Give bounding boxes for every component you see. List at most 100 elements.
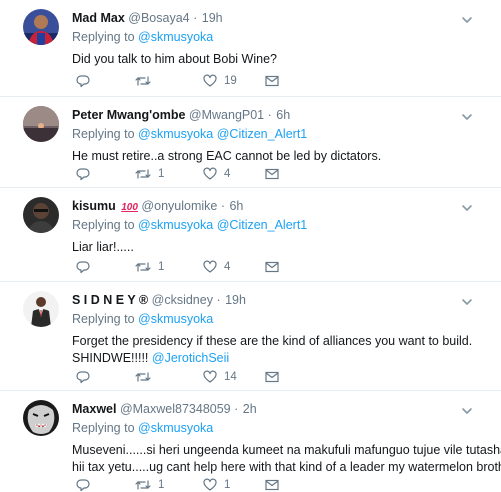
reply-feed: Mad Max @Bosaya4 · 19h Replying to @skmu… bbox=[0, 0, 501, 492]
mention-link[interactable]: @skmusyoka bbox=[138, 30, 213, 44]
message-button[interactable] bbox=[265, 73, 279, 89]
retweet-button[interactable]: 1 bbox=[135, 477, 164, 492]
message-button[interactable] bbox=[265, 477, 279, 492]
reply-icon bbox=[76, 168, 90, 181]
like-button[interactable]: 4 bbox=[203, 166, 230, 182]
tweet-actions: 1 4 bbox=[72, 166, 312, 182]
tweet-text: Did you talk to him about Bobi Wine? bbox=[72, 51, 475, 68]
tweet[interactable]: kisumu 100 @onyulomike · 6h Replying to … bbox=[0, 188, 501, 282]
replying-label: Replying to bbox=[72, 421, 135, 435]
chevron-down-icon[interactable] bbox=[461, 14, 473, 26]
separator: · bbox=[267, 108, 272, 122]
retweet-button[interactable]: 1 bbox=[135, 259, 164, 275]
author-name[interactable]: kisumu bbox=[72, 199, 116, 213]
heart-icon bbox=[203, 370, 217, 383]
tweet[interactable]: Maxwel @Maxwel87348059 · 2h Replying to … bbox=[0, 391, 501, 492]
retweet-button[interactable]: 1 bbox=[135, 166, 164, 182]
reply-button[interactable] bbox=[76, 166, 97, 182]
like-count: 19 bbox=[224, 75, 237, 87]
replying-label: Replying to bbox=[72, 218, 135, 232]
author-handle[interactable]: @cksidney bbox=[152, 293, 213, 307]
tweet-content: kisumu 100 @onyulomike · 6h Replying to … bbox=[72, 198, 475, 256]
separator: · bbox=[216, 293, 221, 307]
tweet-text-line: Forget the presidency if these are the k… bbox=[72, 334, 473, 348]
timestamp[interactable]: 19h bbox=[202, 11, 223, 25]
retweet-icon bbox=[135, 169, 151, 179]
tweet-actions: 1 1 bbox=[72, 477, 312, 492]
like-count: 1 bbox=[224, 479, 231, 491]
tweet-actions: 14 bbox=[72, 369, 312, 385]
tweet-text-line: He must retire..a strong EAC cannot be l… bbox=[72, 149, 382, 163]
like-button[interactable]: 19 bbox=[203, 73, 237, 89]
author-name[interactable]: Mad Max bbox=[72, 11, 125, 25]
mention-link[interactable]: @JerotichSeii bbox=[152, 351, 229, 365]
tweet[interactable]: Peter Mwang'ombe @MwangP01 · 6h Replying… bbox=[0, 97, 501, 188]
like-count: 4 bbox=[224, 261, 231, 273]
mention-link[interactable]: @Citizen_Alert1 bbox=[217, 218, 308, 232]
author-name[interactable]: Maxwel bbox=[72, 402, 116, 416]
chevron-down-icon[interactable] bbox=[461, 202, 473, 214]
avatar[interactable] bbox=[23, 291, 59, 327]
avatar[interactable] bbox=[23, 197, 59, 233]
replying-to: Replying to @skmusyoka bbox=[72, 420, 475, 436]
tweet-text: Liar liar!..... bbox=[72, 239, 475, 256]
like-button[interactable]: 14 bbox=[203, 369, 237, 385]
tweet-text: He must retire..a strong EAC cannot be l… bbox=[72, 148, 475, 165]
replying-to: Replying to @skmusyoka bbox=[72, 311, 475, 327]
envelope-icon bbox=[265, 261, 279, 273]
chevron-down-icon[interactable] bbox=[461, 296, 473, 308]
message-button[interactable] bbox=[265, 259, 279, 275]
tweet-text-line: hii tax yetu.....ug cant help here with … bbox=[72, 460, 501, 474]
tweet-header: Mad Max @Bosaya4 · 19h bbox=[72, 10, 475, 26]
author-handle[interactable]: @Bosaya4 bbox=[128, 11, 189, 25]
retweet-button[interactable] bbox=[135, 73, 158, 89]
avatar[interactable] bbox=[23, 106, 59, 142]
like-button[interactable]: 4 bbox=[203, 259, 230, 275]
mention-link[interactable]: @skmusyoka bbox=[138, 421, 213, 435]
tweet-text: Museveni......si heri ungeenda kumeet na… bbox=[72, 442, 501, 476]
tweet-text-line: Museveni......si heri ungeenda kumeet na… bbox=[72, 443, 501, 457]
tweet-header: Maxwel @Maxwel87348059 · 2h bbox=[72, 401, 475, 417]
chevron-down-icon[interactable] bbox=[461, 111, 473, 123]
tweet-content: Mad Max @Bosaya4 · 19h Replying to @skmu… bbox=[72, 10, 475, 68]
author-handle[interactable]: @onyulomike bbox=[141, 199, 217, 213]
replying-to: Replying to @skmusyoka @Citizen_Alert1 bbox=[72, 217, 475, 233]
timestamp[interactable]: 19h bbox=[225, 293, 246, 307]
tweet-text-line: Did you talk to him about Bobi Wine? bbox=[72, 52, 277, 66]
mention-link[interactable]: @skmusyoka bbox=[138, 312, 213, 326]
author-name[interactable]: Peter Mwang'ombe bbox=[72, 108, 185, 122]
author-name[interactable]: S I D N E Y ® bbox=[72, 293, 148, 307]
tweet-actions: 19 bbox=[72, 73, 312, 89]
author-handle[interactable]: @MwangP01 bbox=[189, 108, 264, 122]
chevron-down-icon[interactable] bbox=[461, 405, 473, 417]
reply-button[interactable] bbox=[76, 477, 97, 492]
mention-link[interactable]: @skmusyoka bbox=[138, 218, 213, 232]
author-handle[interactable]: @Maxwel87348059 bbox=[120, 402, 231, 416]
tweet[interactable]: Mad Max @Bosaya4 · 19h Replying to @skmu… bbox=[0, 0, 501, 97]
heart-icon bbox=[203, 74, 217, 87]
tweet[interactable]: S I D N E Y ® @cksidney · 19h Replying t… bbox=[0, 282, 501, 391]
replying-to: Replying to @skmusyoka @Citizen_Alert1 bbox=[72, 126, 475, 142]
reply-icon bbox=[76, 371, 90, 384]
mention-link[interactable]: @Citizen_Alert1 bbox=[217, 127, 308, 141]
timestamp[interactable]: 2h bbox=[243, 402, 257, 416]
reply-button[interactable] bbox=[76, 73, 97, 89]
timestamp[interactable]: 6h bbox=[276, 108, 290, 122]
like-button[interactable]: 1 bbox=[203, 477, 230, 492]
tweet-text-line: Liar liar!..... bbox=[72, 240, 134, 254]
avatar[interactable] bbox=[23, 400, 59, 436]
message-button[interactable] bbox=[265, 369, 279, 385]
retweet-button[interactable] bbox=[135, 369, 158, 385]
reply-button[interactable] bbox=[76, 259, 97, 275]
replying-to: Replying to @skmusyoka bbox=[72, 29, 475, 45]
retweet-count: 1 bbox=[158, 479, 165, 491]
timestamp[interactable]: 6h bbox=[229, 199, 243, 213]
mention-link[interactable]: @skmusyoka bbox=[138, 127, 213, 141]
reply-button[interactable] bbox=[76, 369, 97, 385]
message-button[interactable] bbox=[265, 166, 279, 182]
tweet-header: Peter Mwang'ombe @MwangP01 · 6h bbox=[72, 107, 475, 123]
tweet-content: Maxwel @Maxwel87348059 · 2h Replying to … bbox=[72, 401, 501, 476]
avatar[interactable] bbox=[23, 9, 59, 45]
retweet-icon bbox=[135, 76, 151, 86]
replying-label: Replying to bbox=[72, 312, 135, 326]
